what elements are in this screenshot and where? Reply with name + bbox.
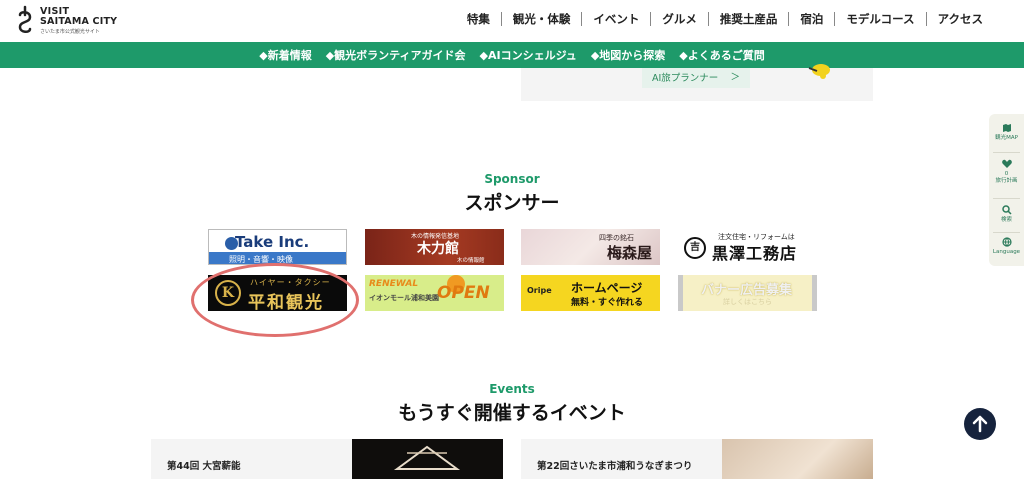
- ad-recruit-sub: 詳しくはこちら: [723, 298, 772, 306]
- kurosawa-name: 黒澤工務店: [712, 244, 798, 263]
- highlight-circle: [191, 263, 359, 337]
- banner-take-inc[interactable]: Take Inc. 照明・音響・映像: [208, 229, 347, 265]
- nav-model-course[interactable]: モデルコース: [835, 11, 925, 27]
- heart-icon: [1001, 159, 1012, 168]
- aeon-open: OPEN: [437, 283, 490, 303]
- oripe-sub: 無料・すぐ作れる: [571, 298, 644, 308]
- banner-ad-recruit[interactable]: バナー広告募集 詳しくはこちら: [678, 275, 817, 311]
- events-title-ja: もうすぐ開催するイベント: [398, 402, 626, 424]
- main-nav: 特集 観光・体験 イベント グルメ 推奨土産品 宿泊 モデルコース アクセス: [456, 11, 994, 27]
- banner-oripe[interactable]: Oripe ホームページ 無料・すぐ作れる: [521, 275, 660, 311]
- kurosawa-logo-icon: 吉: [684, 237, 706, 259]
- banner-aeon-mall-renewal[interactable]: RENEWAL イオンモール浦和美園 OPEN: [365, 275, 504, 311]
- ai-planner-card: AI旅プランナー ＞: [521, 64, 873, 101]
- side-divider: [993, 152, 1020, 153]
- map-icon: [1002, 124, 1011, 132]
- side-divider: [993, 198, 1020, 199]
- event-card[interactable]: 第44回 大宮薪能: [151, 439, 503, 479]
- take-inc-name: Take Inc.: [235, 233, 310, 251]
- search-icon: [1001, 205, 1012, 215]
- ai-planner-label: AI旅プランナー: [652, 73, 719, 84]
- sponsor-title-ja: スポンサー: [464, 192, 560, 214]
- side-item-trip-plan[interactable]: 0 旅行計画: [989, 154, 1024, 198]
- logo-line2: SAITAMA CITY: [40, 16, 118, 27]
- sponsor-title-en: Sponsor: [484, 172, 540, 186]
- nav-lodging[interactable]: 宿泊: [789, 11, 834, 27]
- nav-features[interactable]: 特集: [456, 11, 501, 27]
- site-header: VISIT SAITAMA CITY さいたま市公式観光サイト 特集 観光・体験…: [0, 0, 1024, 42]
- side-item-label: 0 旅行計画: [995, 171, 1018, 184]
- aeon-renewal: RENEWAL: [369, 279, 419, 289]
- subnav-news[interactable]: ◆新着情報: [259, 47, 311, 63]
- site-logo[interactable]: VISIT SAITAMA CITY さいたま市公式観光サイト: [16, 5, 126, 35]
- side-item-search[interactable]: 検索: [989, 200, 1024, 236]
- side-item-language[interactable]: Language: [989, 232, 1024, 268]
- ai-planner-button[interactable]: AI旅プランナー ＞: [642, 68, 750, 88]
- logo-mark-icon: [18, 5, 32, 33]
- event-card[interactable]: 第22回さいたま市浦和うなぎまつり: [521, 439, 873, 479]
- globe-icon: [1001, 237, 1012, 247]
- logo-tagline: さいたま市公式観光サイト: [40, 29, 100, 35]
- kiryokukan-foot: 木の情報館: [457, 258, 485, 264]
- nav-souvenirs[interactable]: 推奨土産品: [709, 11, 789, 27]
- planner-mascot-icon: [808, 64, 830, 79]
- aeon-sub: イオンモール浦和美園: [369, 294, 439, 302]
- nav-access[interactable]: アクセス: [927, 11, 994, 27]
- banner-kurosawa-koumuten[interactable]: 吉 注文住宅・リフォームは 黒澤工務店: [678, 229, 817, 265]
- side-item-label: 観光MAP: [995, 135, 1018, 141]
- ad-recruit-main: バナー広告募集: [701, 283, 793, 298]
- subnav-volunteer-guide[interactable]: ◆観光ボランティアガイド会: [326, 47, 466, 63]
- subnav-faq[interactable]: ◆よくあるご質問: [679, 47, 764, 63]
- chevron-right-icon: ＞: [730, 72, 740, 83]
- back-to-top-button[interactable]: [964, 408, 996, 440]
- side-float-nav: 観光MAP 0 旅行計画 検索 Language: [989, 114, 1024, 266]
- nav-gourmet[interactable]: グルメ: [651, 11, 708, 27]
- nav-sightseeing[interactable]: 観光・体験: [502, 11, 582, 27]
- event-title: 第44回 大宮薪能: [167, 461, 241, 472]
- events-title-en: Events: [489, 382, 535, 396]
- banner-umemoriya[interactable]: 四季の銘石 梅森屋: [521, 229, 660, 265]
- nav-events[interactable]: イベント: [582, 11, 650, 27]
- event-title: 第22回さいたま市浦和うなぎまつり: [537, 461, 693, 472]
- side-item-label: 検索: [1000, 217, 1012, 223]
- event-image: [722, 439, 873, 479]
- subnav-ai-concierge[interactable]: ◆AIコンシェルジュ: [480, 47, 577, 63]
- sub-nav: ◆新着情報 ◆観光ボランティアガイド会 ◆AIコンシェルジュ ◆地図から探索 ◆…: [0, 42, 1024, 68]
- side-item-label: Language: [992, 249, 1021, 255]
- kiryokukan-name: 木力館: [417, 241, 459, 257]
- umemoriya-name: 梅森屋: [607, 244, 653, 262]
- arrow-up-icon: [972, 415, 988, 433]
- subnav-map-explore[interactable]: ◆地図から探索: [591, 47, 665, 63]
- banner-kiryokukan[interactable]: 木の情報発信基地 木力館 木の情報館: [365, 229, 504, 265]
- oripe-main: ホームページ: [571, 281, 643, 295]
- oripe-logo: Oripe: [527, 286, 552, 295]
- take-inc-header: Take Inc.: [211, 232, 345, 252]
- event-image: [352, 439, 503, 479]
- shrine-roof-icon: [393, 445, 461, 470]
- side-item-map[interactable]: 観光MAP: [989, 118, 1024, 154]
